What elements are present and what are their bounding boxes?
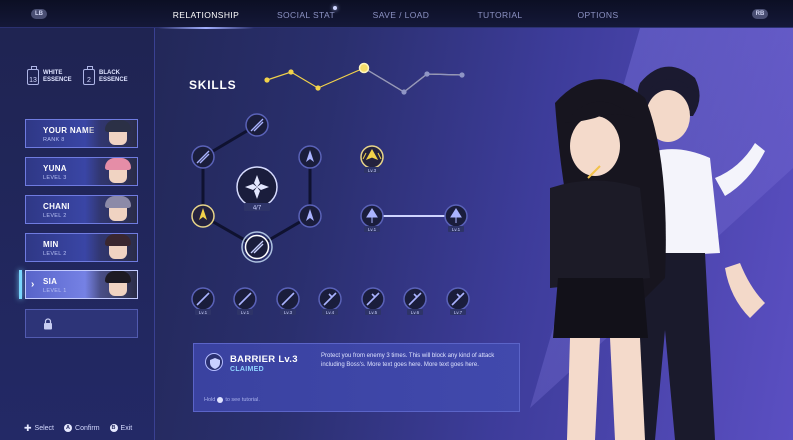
shield-icon — [205, 353, 223, 371]
confirm-hint[interactable]: A Confirm — [64, 424, 100, 432]
tutorial-hint: Hold to see tutorial. — [204, 397, 260, 403]
select-hint: ✚ Select — [24, 423, 55, 433]
b-button-icon: B — [109, 424, 118, 432]
skill-title: BARRIER Lv.3 — [230, 354, 298, 365]
skill-level-label: Lv.1 — [199, 310, 208, 315]
skill-node[interactable] — [298, 145, 322, 169]
skill-level-label: Lv.5 — [369, 310, 378, 315]
skill-node-unlocked[interactable] — [191, 204, 215, 228]
skill-node[interactable] — [191, 145, 215, 169]
dpad-icon: ✚ — [24, 423, 32, 433]
skill-level-label: Lv.6 — [411, 310, 420, 315]
exit-hint[interactable]: B Exit — [109, 424, 132, 432]
a-button-icon: A — [64, 424, 73, 432]
core-progress-badge: 4/7 — [253, 206, 262, 212]
skill-status: CLAIMED — [230, 366, 264, 373]
control-hints: ✚ Select A Confirm B Exit — [24, 423, 132, 433]
skill-level-label: Lv.1 — [368, 227, 377, 232]
skill-level-label: Lv.3 — [284, 310, 293, 315]
skill-level-label: Lv.7 — [454, 310, 463, 315]
button-glyph-icon — [217, 397, 224, 403]
progress-line — [264, 62, 465, 95]
skill-node-selected[interactable] — [241, 231, 273, 263]
skill-level-label: Lv.4 — [326, 310, 335, 315]
skill-level-label: Lv.3 — [368, 168, 377, 173]
skill-core-emblem[interactable] — [236, 166, 278, 211]
skill-node[interactable] — [245, 113, 269, 137]
skill-node[interactable] — [298, 204, 322, 228]
skill-level-label: Lv.1 — [452, 227, 461, 232]
skill-description: Protect you from enemy 3 times. This wil… — [321, 353, 495, 368]
skill-info-panel: BARRIER Lv.3 CLAIMED Protect you from en… — [193, 343, 520, 412]
skill-level-label: Lv.1 — [241, 310, 250, 315]
